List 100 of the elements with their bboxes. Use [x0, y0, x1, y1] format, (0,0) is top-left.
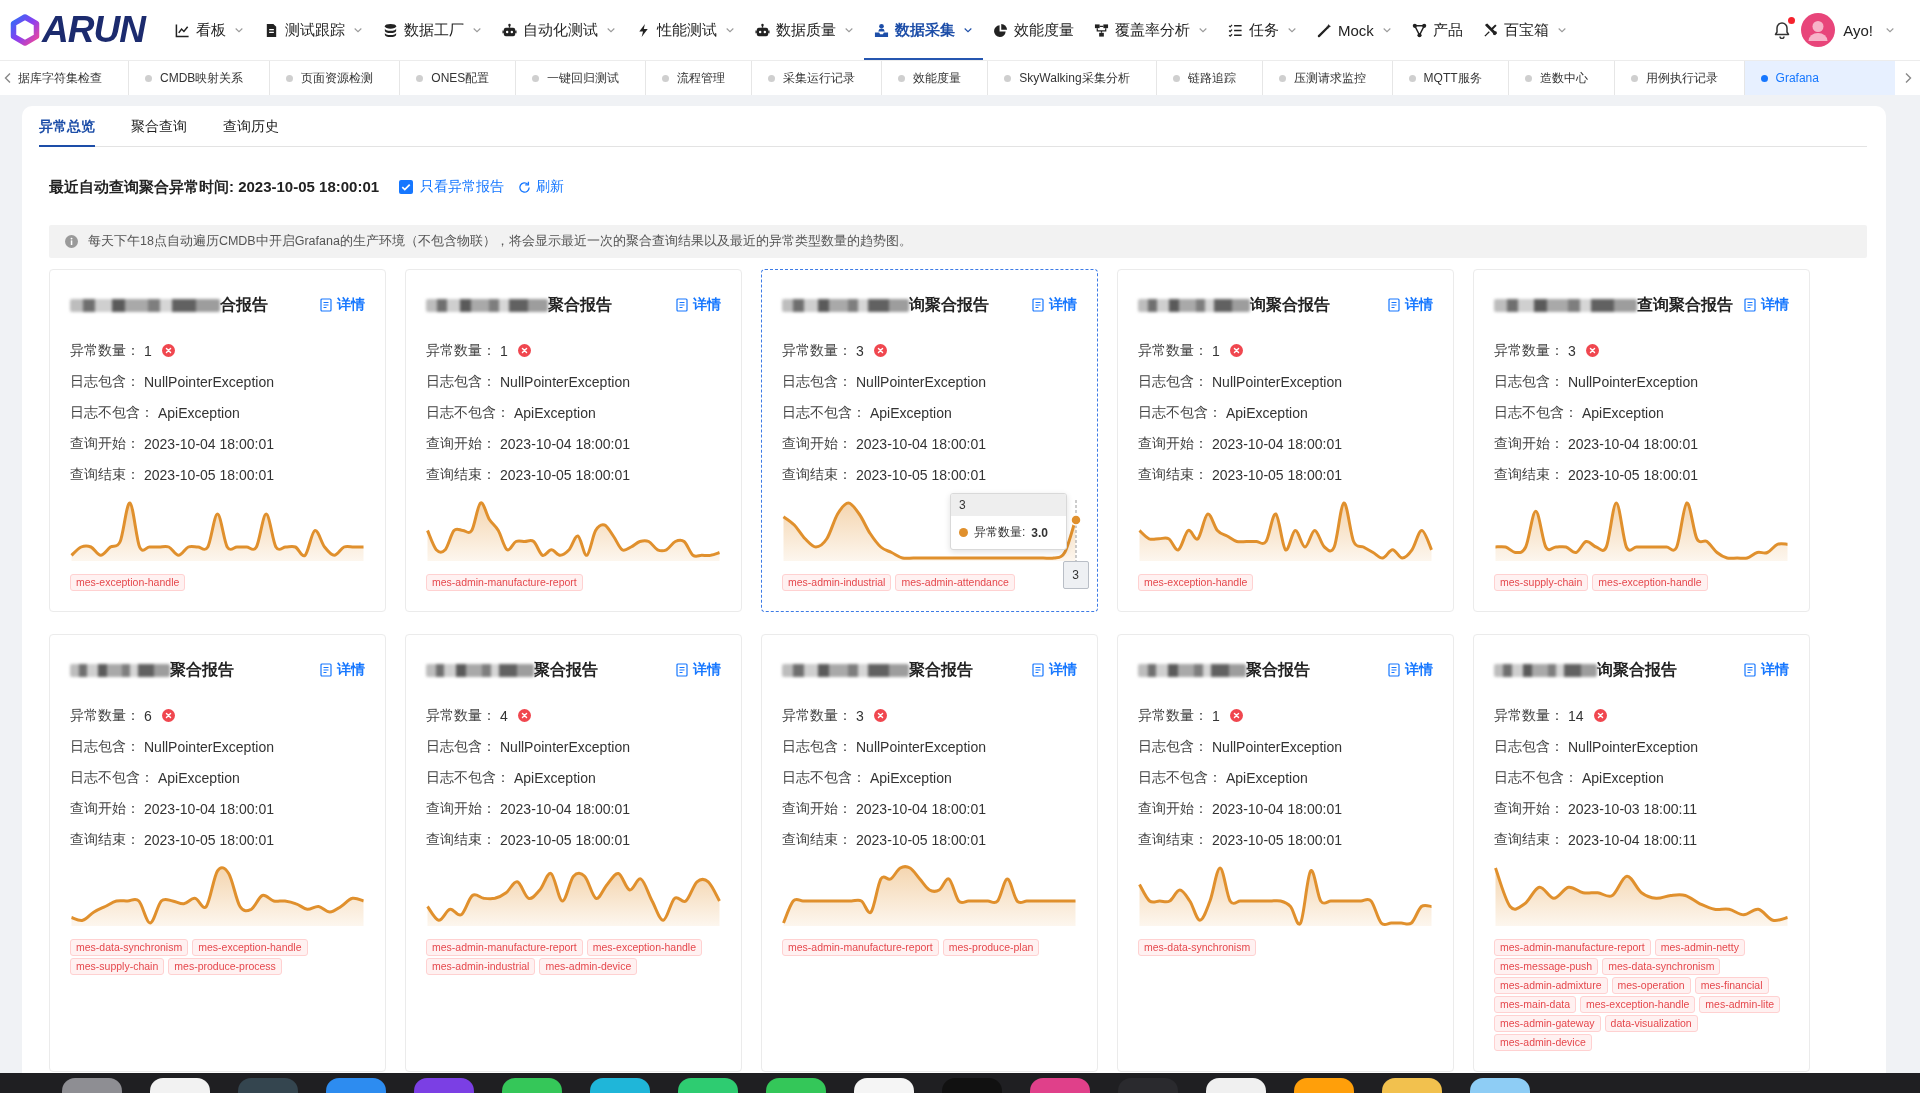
field-label: 查询结束： — [1138, 830, 1208, 849]
details-link[interactable]: 详情 — [1032, 661, 1077, 679]
service-tag: data-visualization — [1604, 1015, 1698, 1032]
document-icon — [320, 663, 332, 677]
field-label: 日志不包含： — [1494, 768, 1578, 787]
refresh-button[interactable]: 刷新 — [518, 178, 565, 196]
nav-menu-item[interactable]: 任务 — [1217, 0, 1307, 60]
nav-menu-item[interactable]: 数据质量 — [744, 0, 864, 60]
panel-tab[interactable]: 异常总览 — [39, 106, 95, 147]
field-label: 日志不包含： — [1138, 768, 1222, 787]
nav-menu-item[interactable]: 数据工厂 — [372, 0, 492, 60]
tab-dot-icon — [1278, 74, 1286, 82]
app-icon[interactable] — [502, 1078, 562, 1093]
chevron-right-icon[interactable] — [1903, 72, 1912, 84]
notice-text: 每天下午18点自动遍历CMDB中开启Grafana的生产环境（不包含物联），将会显示最近一次的聚合查询结果以及最近的异常类型数量的趋势图。 — [88, 233, 912, 250]
details-link[interactable]: 详情 — [676, 661, 721, 679]
card-title: 聚合报告 — [909, 659, 973, 680]
tab-dot-icon — [1408, 74, 1416, 82]
bell-icon[interactable] — [1773, 21, 1792, 39]
field-label: 日志包含： — [782, 372, 852, 391]
service-tag: mes-operation — [1611, 977, 1691, 994]
field-value: 2023-10-04 18:00:01 — [144, 435, 274, 452]
panel-tab[interactable]: 聚合查询 — [131, 106, 187, 147]
app-icon[interactable] — [590, 1078, 650, 1093]
tab-dot-icon — [1004, 74, 1012, 82]
checkbox[interactable] — [399, 180, 414, 194]
field-label: 查询开始： — [70, 799, 140, 818]
nav-menu-item[interactable]: 自动化测试 — [491, 0, 626, 60]
document-icon — [1388, 663, 1400, 677]
field-value: 14 — [1568, 707, 1584, 724]
field-value: 2023-10-05 18:00:01 — [144, 831, 274, 848]
app-icon[interactable] — [766, 1078, 826, 1093]
chevron-left-icon[interactable] — [4, 72, 12, 84]
service-tag: mes-data-synchronism — [70, 939, 189, 956]
field-label: 查询结束： — [1138, 465, 1208, 484]
details-link[interactable]: 详情 — [1388, 296, 1433, 314]
field-value: 2023-10-04 18:00:01 — [144, 800, 274, 817]
nav-menu-item[interactable]: 覆盖率分析 — [1083, 0, 1218, 60]
field-label: 日志不包含： — [70, 768, 154, 787]
tab-dot-icon — [1172, 74, 1180, 82]
field-value: NullPointerException — [500, 738, 630, 755]
avatar-icon — [1801, 13, 1836, 47]
tooltip-label: 异常数量: — [974, 524, 1026, 541]
app-icon[interactable] — [1206, 1078, 1266, 1093]
details-link[interactable]: 详情 — [1744, 661, 1789, 679]
field-value: 3 — [856, 707, 864, 724]
details-link[interactable]: 详情 — [1744, 296, 1789, 314]
nav-menu-item[interactable]: 产品 — [1401, 0, 1473, 60]
chevron-down-icon — [352, 25, 363, 35]
nav-menu-item[interactable]: 百宝箱 — [1472, 0, 1577, 60]
chevron-down-icon — [1556, 25, 1567, 35]
app-icon[interactable] — [854, 1078, 914, 1093]
tab-dot-icon — [1760, 74, 1768, 82]
nav-menu-item[interactable]: 性能测试 — [625, 0, 745, 60]
field-label: 查询结束： — [782, 830, 852, 849]
nav-menu-item[interactable]: 效能度量 — [982, 0, 1084, 60]
field-label: 日志不包含： — [426, 768, 510, 787]
nav-menu-item[interactable]: 测试跟踪 — [253, 0, 373, 60]
app-icon[interactable] — [1382, 1078, 1442, 1093]
field-label: 异常数量： — [782, 341, 852, 360]
data-point-icon — [1069, 513, 1082, 526]
series-dot-icon — [959, 528, 968, 537]
field-value: 6 — [144, 707, 152, 724]
user-menu-button[interactable]: Ayo! — [1801, 13, 1895, 47]
field-value: ApiException — [514, 769, 596, 786]
field-label: 日志包含： — [70, 372, 140, 391]
caret-icon — [1885, 25, 1895, 35]
error-icon — [1585, 344, 1599, 357]
card-title: 聚合报告 — [534, 659, 598, 680]
field-label: 日志不包含： — [782, 768, 866, 787]
field-label: 异常数量： — [426, 706, 496, 725]
field-label: 日志包含： — [1494, 737, 1564, 756]
checkbox-label[interactable]: 只看异常报告 — [420, 178, 505, 196]
nav-menu-item[interactable]: Mock — [1306, 0, 1402, 60]
service-tag: mes-admin-netty — [1654, 939, 1745, 956]
details-link[interactable]: 详情 — [1032, 296, 1077, 314]
details-link[interactable]: 详情 — [320, 296, 365, 314]
card-title: 聚合报告 — [1246, 659, 1310, 680]
tab-dot-icon — [1524, 74, 1532, 82]
inbox-icon — [873, 22, 889, 38]
chevron-down-icon — [724, 25, 735, 35]
app-icon[interactable] — [678, 1078, 738, 1093]
field-value: 3 — [1568, 342, 1576, 359]
panel-tab[interactable]: 查询历史 — [223, 106, 279, 147]
details-link[interactable]: 详情 — [320, 661, 365, 679]
list-icon — [1227, 22, 1243, 38]
app-icon[interactable] — [1470, 1078, 1530, 1093]
nav-menu-item[interactable]: 看板 — [164, 0, 254, 60]
card-title: 查询聚合报告 — [1637, 294, 1733, 315]
error-icon — [161, 709, 175, 722]
tab-dot-icon — [768, 74, 776, 82]
details-link[interactable]: 详情 — [1388, 661, 1433, 679]
field-value: 2023-10-05 18:00:01 — [500, 831, 630, 848]
details-link[interactable]: 详情 — [676, 296, 721, 314]
page-tab[interactable]: Grafana — [1743, 61, 1895, 95]
card-title: 询聚合报告 — [1597, 659, 1677, 680]
app-icon[interactable] — [1294, 1078, 1354, 1093]
field-label: 查询开始： — [1494, 799, 1564, 818]
axis-pointer-label: 3 — [1062, 561, 1089, 589]
app-icon[interactable] — [150, 1078, 210, 1093]
